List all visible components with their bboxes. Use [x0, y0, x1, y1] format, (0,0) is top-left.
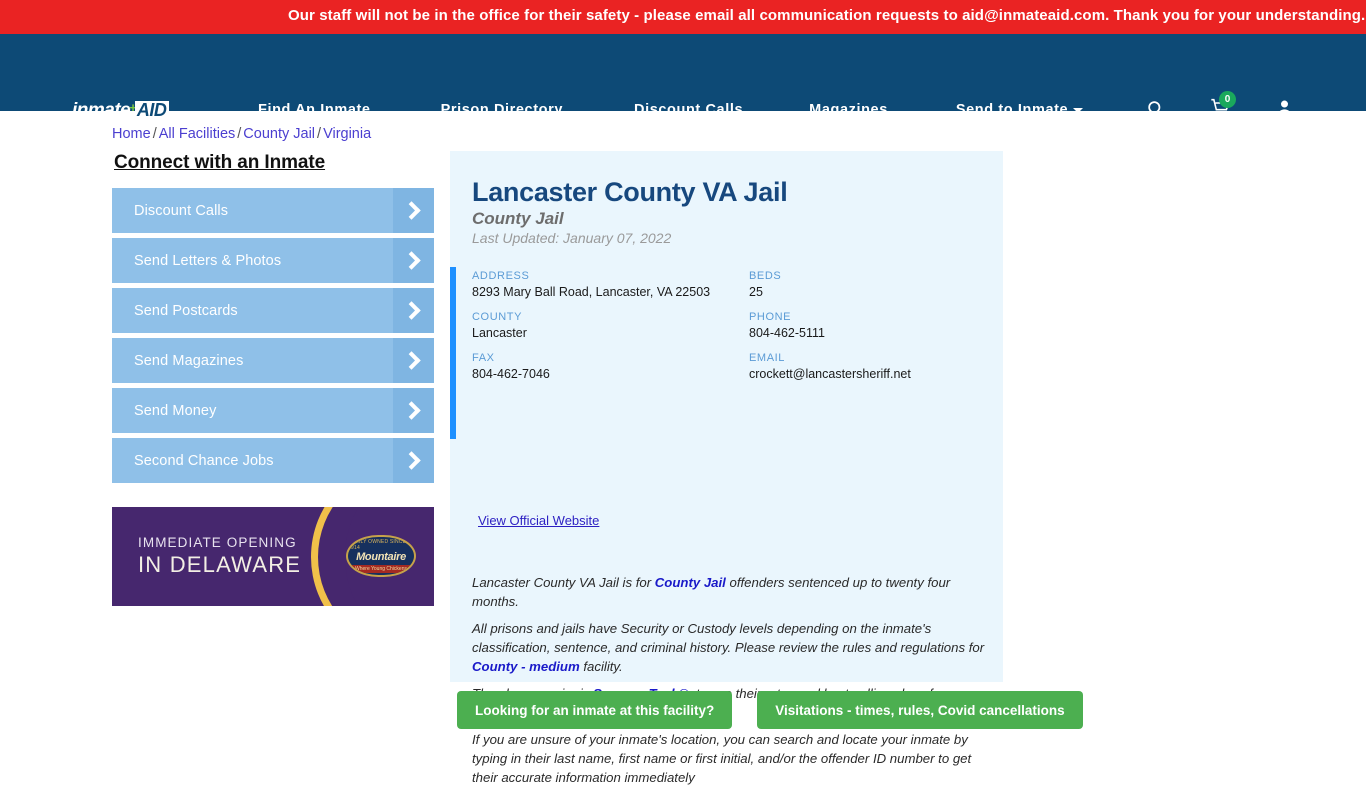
search-icon[interactable]: [1146, 99, 1165, 118]
field-value: crockett@lancastersheriff.net: [749, 367, 911, 381]
sidebar-item-send-postcards[interactable]: Send Postcards: [112, 288, 434, 333]
action-button-group: Looking for an inmate at this facility? …: [457, 691, 1083, 729]
field-value: 25: [749, 285, 763, 299]
field-email: EMAIL crockett@lancastersheriff.net: [749, 352, 911, 381]
ad-logo-top-text: FAMILY OWNED SINCE 1914: [348, 539, 407, 551]
field-county: COUNTY Lancaster: [472, 311, 527, 340]
last-updated-text: Last Updated: January 07, 2022: [472, 230, 672, 246]
field-label: COUNTY: [472, 311, 523, 323]
facility-type: County Jail: [472, 209, 564, 228]
chevron-right-icon: [393, 188, 434, 233]
visitations-button[interactable]: Visitations - times, rules, Covid cancel…: [757, 691, 1083, 729]
advertisement-banner[interactable]: IMMEDIATE OPENING IN DELAWARE FAMILY OWN…: [112, 507, 434, 606]
chevron-right-icon: [393, 388, 434, 433]
breadcrumb-item-home[interactable]: Home: [112, 126, 151, 142]
facility-description: Lancaster County VA Jail is for County J…: [472, 573, 988, 795]
chevron-right-icon: [393, 438, 434, 483]
chevron-right-icon: [393, 288, 434, 333]
p2-text-a: All prisons and jails have Security or C…: [472, 621, 985, 655]
description-paragraph-2: All prisons and jails have Security or C…: [472, 619, 988, 676]
sidebar-item-label: Second Chance Jobs: [134, 452, 274, 469]
sidebar-item-send-letters-photos[interactable]: Send Letters & Photos: [112, 238, 434, 283]
field-value: 804-462-5111: [749, 326, 825, 340]
page-title: Lancaster County VA Jail: [472, 177, 788, 207]
description-paragraph-1: Lancaster County VA Jail is for County J…: [472, 573, 988, 611]
p2-link-county-medium[interactable]: County - medium: [472, 659, 580, 674]
p1-link-county-jail[interactable]: County Jail: [655, 575, 726, 590]
ad-headline-line2: IN DELAWARE: [138, 552, 302, 577]
sidebar-heading: Connect with an Inmate: [114, 152, 326, 173]
main-navigation-bar: inmate + AID Find An Inmate Prison Direc…: [0, 34, 1366, 121]
nav-item-send-to-inmate-label: Send to Inmate: [955, 102, 1069, 118]
mountaire-logo: FAMILY OWNED SINCE 1914 Mountaire Where …: [346, 535, 416, 577]
field-value: 804-462-7046: [472, 367, 550, 381]
nav-item-prison-directory[interactable]: Prison Directory: [441, 102, 563, 118]
sidebar-item-label: Send Money: [134, 402, 217, 419]
site-logo[interactable]: inmate + AID: [72, 100, 170, 122]
ad-logo-subtext: Where Young Chickens: [349, 565, 413, 573]
cart-icon[interactable]: 0: [1210, 91, 1236, 118]
field-label: ADDRESS: [472, 270, 530, 282]
nav-links: Find An Inmate Prison Directory Discount…: [258, 102, 1084, 118]
breadcrumb-separator: /: [317, 126, 322, 142]
sidebar-item-discount-calls[interactable]: Discount Calls: [112, 188, 434, 233]
field-value: 8293 Mary Ball Road, Lancaster, VA 22503: [472, 285, 711, 299]
chevron-right-icon: [393, 338, 434, 383]
site-alert-banner: Our staff will not be in the office for …: [0, 0, 1366, 34]
sidebar: Connect with an Inmate Discount Calls Se…: [112, 152, 434, 488]
cart-count-badge: 0: [1219, 91, 1236, 108]
field-label: EMAIL: [749, 352, 786, 364]
p1-text-a: Lancaster County VA Jail is for: [472, 575, 655, 590]
field-label: BEDS: [749, 270, 782, 282]
chevron-right-icon: [393, 238, 434, 283]
breadcrumb: Home / All Facilities / County Jail / Virginia: [112, 126, 371, 142]
field-address: ADDRESS 8293 Mary Ball Road, Lancaster, …: [472, 270, 710, 299]
field-fax: FAX 804-462-7046: [472, 352, 550, 381]
breadcrumb-item-virginia[interactable]: Virginia: [323, 126, 371, 142]
ad-headline-line1: IMMEDIATE OPENING: [138, 535, 297, 550]
find-inmate-button[interactable]: Looking for an inmate at this facility?: [457, 691, 733, 729]
logo-word: inmate: [72, 100, 131, 121]
field-value: Lancaster: [472, 326, 527, 340]
breadcrumb-item-all-facilities[interactable]: All Facilities: [159, 126, 236, 142]
field-label: FAX: [472, 352, 495, 364]
sidebar-item-label: Send Letters & Photos: [134, 252, 282, 269]
sidebar-item-label: Discount Calls: [134, 202, 229, 219]
field-label: PHONE: [749, 311, 792, 323]
breadcrumb-separator: /: [237, 126, 242, 142]
user-icon[interactable]: [1275, 98, 1294, 118]
description-paragraph-4: If you are unsure of your inmate's locat…: [472, 732, 972, 785]
breadcrumb-item-county-jail[interactable]: County Jail: [243, 126, 315, 142]
nav-item-find-an-inmate[interactable]: Find An Inmate: [258, 102, 371, 118]
sidebar-item-second-chance-jobs[interactable]: Second Chance Jobs: [112, 438, 434, 483]
nav-item-discount-calls[interactable]: Discount Calls: [634, 102, 743, 118]
chevron-down-icon: [1073, 107, 1084, 113]
alert-message: Our staff will not be in the office for …: [288, 7, 1366, 24]
view-official-website-link[interactable]: View Official Website: [478, 513, 599, 528]
field-phone: PHONE 804-462-5111: [749, 311, 825, 340]
breadcrumb-separator: /: [152, 126, 157, 142]
nav-icon-group: 0: [1146, 91, 1294, 118]
field-beds: BEDS 25: [749, 270, 781, 299]
logo-badge: AID: [134, 101, 170, 121]
ad-logo-name: Mountaire: [356, 551, 406, 563]
nav-item-send-to-inmate[interactable]: Send to Inmate: [955, 102, 1084, 118]
sidebar-item-label: Send Postcards: [134, 302, 238, 319]
sidebar-item-send-money[interactable]: Send Money: [112, 388, 434, 433]
sidebar-item-send-magazines[interactable]: Send Magazines: [112, 338, 434, 383]
p2-text-b: facility.: [579, 659, 623, 674]
nav-item-magazines[interactable]: Magazines: [809, 102, 888, 118]
sidebar-item-label: Send Magazines: [134, 352, 244, 369]
